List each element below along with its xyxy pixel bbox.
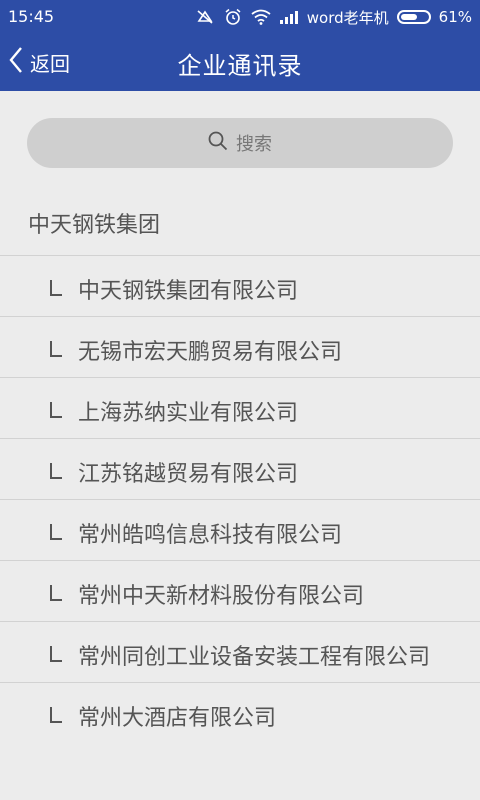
wifi-icon	[251, 8, 271, 26]
search-icon	[208, 131, 228, 156]
tree-branch-icon	[50, 463, 62, 479]
battery-percent: 61%	[438, 8, 472, 26]
company-name: 常州同创工业设备安装工程有限公司	[78, 645, 431, 670]
alarm-icon	[223, 8, 243, 26]
company-list-item[interactable]: 无锡市宏天鹏贸易有限公司	[0, 317, 480, 377]
company-list-item[interactable]: 中天钢铁集团有限公司	[0, 256, 480, 316]
battery-level	[400, 14, 417, 20]
company-list-item[interactable]: 上海苏纳实业有限公司	[0, 378, 480, 438]
company-name: 常州中天新材料股份有限公司	[78, 584, 365, 609]
company-list-item[interactable]: 常州皓鸣信息科技有限公司	[0, 500, 480, 560]
company-list-item[interactable]: 常州中天新材料股份有限公司	[0, 561, 480, 621]
tree-branch-icon	[50, 524, 62, 540]
company-list: 中天钢铁集团有限公司无锡市宏天鹏贸易有限公司 上海苏纳实业有限公司 江苏铭越贸易有限…	[0, 255, 480, 743]
mute-icon	[195, 8, 215, 26]
company-name: 常州大酒店有限公司	[78, 706, 277, 731]
company-name: 无锡市宏天鹏贸易有限公司	[78, 340, 343, 365]
search-input[interactable]: 搜索	[27, 118, 453, 168]
battery-icon	[396, 10, 431, 24]
tree-branch-icon	[50, 707, 62, 723]
page-title: 企业通讯录	[177, 52, 303, 80]
company-list-item[interactable]: 江苏铭越贸易有限公司	[0, 439, 480, 499]
signal-icon	[279, 8, 299, 26]
tree-branch-icon	[50, 280, 62, 296]
search-placeholder: 搜索	[236, 134, 272, 155]
status-bar: 15:45 word老年机 61%	[0, 0, 480, 34]
company-name: 中天钢铁集团有限公司	[78, 279, 299, 304]
tree-branch-icon	[50, 402, 62, 418]
tree-branch-icon	[50, 646, 62, 662]
company-list-item[interactable]: 常州同创工业设备安装工程有限公司	[0, 622, 480, 682]
group-title[interactable]: 中天钢铁集团	[28, 207, 160, 239]
app-header: 15:45 word老年机 61% 返回 企业通讯录	[0, 0, 480, 91]
tree-branch-icon	[50, 341, 62, 357]
nav-bar: 返回 企业通讯录	[0, 34, 480, 91]
company-name: 常州皓鸣信息科技有限公司	[78, 523, 343, 548]
status-icons: word老年机 61%	[195, 6, 472, 28]
carrier-label: word老年机	[306, 8, 389, 27]
company-name: 江苏铭越贸易有限公司	[78, 462, 299, 487]
company-list-item[interactable]: 常州大酒店有限公司	[0, 683, 480, 743]
tree-branch-icon	[50, 585, 62, 601]
status-time: 15:45	[8, 7, 55, 26]
company-name: 上海苏纳实业有限公司	[78, 401, 299, 426]
